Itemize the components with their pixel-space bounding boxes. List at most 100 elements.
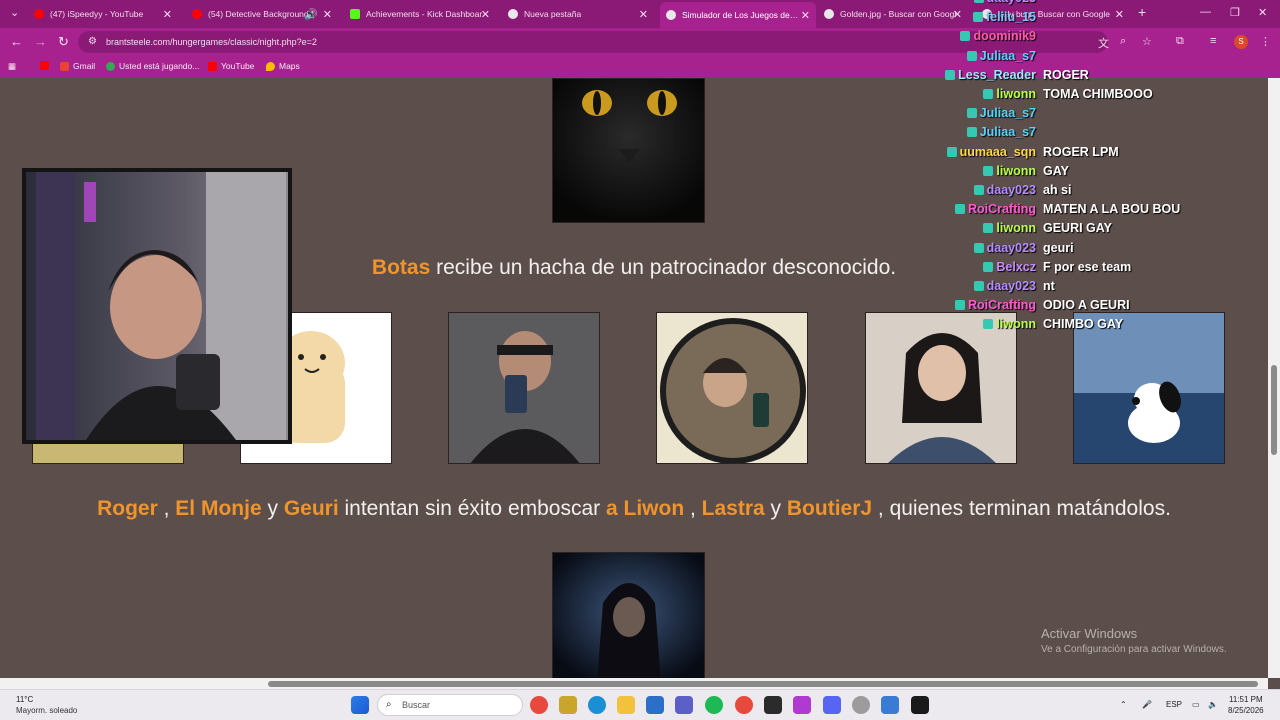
chat-badge-icon: [983, 319, 994, 330]
tribute-image-5: [865, 312, 1017, 464]
weather-widget[interactable]: 11°C Mayorm. soleado: [16, 694, 77, 716]
taskbar-search[interactable]: ⌕ Buscar: [377, 694, 523, 716]
chat-message: Juliaa_s7: [966, 123, 1043, 141]
language-indicator[interactable]: ESP: [1166, 700, 1182, 709]
tab-youtube-detective[interactable]: (54) Detective Background f 🔊 ✕: [186, 3, 338, 25]
chat-badge-icon: [954, 300, 965, 311]
tab-kick-dashboard[interactable]: Achievements - Kick Dashboar ✕: [344, 3, 496, 25]
obs-icon[interactable]: [911, 696, 929, 714]
tribute-name: Geuri: [283, 497, 339, 520]
windows-start-icon[interactable]: [351, 696, 369, 714]
reload-icon[interactable]: ↻: [58, 34, 69, 50]
weather-condition: Mayorm. soleado: [16, 706, 78, 715]
bookmark-youtube[interactable]: YouTube: [208, 61, 254, 71]
tab-search-icon[interactable]: ⌄: [10, 6, 19, 19]
outlook-icon[interactable]: [646, 696, 664, 714]
chat-badge-icon: [954, 204, 965, 215]
chevron-up-icon[interactable]: ⌃: [1120, 700, 1127, 709]
streamer-webcam-image: [26, 172, 288, 440]
chat-username: daay023: [986, 183, 1036, 197]
chat-text: ROGER: [1043, 67, 1089, 82]
edge-icon[interactable]: [588, 696, 606, 714]
tab-youtube-ispeedyy[interactable]: (47) iSpeedyy - YouTube ✕: [28, 3, 178, 25]
tribute-name: BoutierJ: [786, 497, 873, 520]
menu-icon[interactable]: ⋮: [1260, 35, 1271, 48]
minimize-icon[interactable]: —: [1200, 6, 1211, 18]
translate-icon[interactable]: 文: [1098, 35, 1109, 51]
event-connector: ,: [157, 497, 176, 520]
apps-icon[interactable]: ▦: [8, 61, 16, 72]
chat-message: liwonn GAY: [983, 162, 1069, 180]
chat-text: geuri: [1043, 240, 1074, 255]
scrollbar-thumb[interactable]: [1271, 365, 1277, 455]
epic-games-icon[interactable]: [764, 696, 782, 714]
chat-message: daay023 geuri: [973, 239, 1074, 257]
site-info-icon[interactable]: ⚙: [88, 31, 97, 53]
app-icon-2[interactable]: [881, 696, 899, 714]
tab-google-golden[interactable]: Golden.jpg - Buscar con Googl ✕: [818, 3, 968, 25]
horizontal-scrollbar[interactable]: [0, 678, 1268, 689]
address-bar[interactable]: ⚙ brantsteele.com/hungergames/classic/ni…: [78, 31, 1108, 53]
close-icon[interactable]: ✕: [163, 8, 172, 21]
discord-icon[interactable]: [823, 696, 841, 714]
chrome-profile-icon[interactable]: [735, 696, 753, 714]
chat-username: Juliaa_s7: [979, 106, 1036, 121]
clock-time: 11:51 PM: [1228, 695, 1263, 704]
close-window-icon[interactable]: ✕: [1258, 6, 1267, 19]
bookmark-usted[interactable]: Usted está jugando...: [106, 61, 199, 71]
bookmark-youtube-short[interactable]: [40, 61, 49, 70]
zoom-icon[interactable]: ⌕: [1120, 35, 1126, 48]
chrome-icon: [508, 9, 518, 19]
chrome-icon[interactable]: [530, 696, 548, 714]
restore-icon[interactable]: ❐: [1230, 6, 1240, 19]
close-icon[interactable]: ✕: [323, 8, 332, 21]
app-icon[interactable]: [793, 696, 811, 714]
volume-icon[interactable]: 🔈: [1208, 700, 1218, 709]
chat-badge-icon: [973, 0, 984, 3]
profile-avatar[interactable]: S: [1234, 35, 1248, 49]
close-icon[interactable]: ✕: [953, 8, 962, 21]
chat-text: CHIMBO GAY: [1043, 317, 1124, 332]
youtube-icon: [34, 9, 44, 19]
chat-message: Juliaa_s7: [966, 104, 1043, 122]
tribute-name: Lastra: [701, 497, 765, 520]
close-icon[interactable]: ✕: [481, 8, 490, 21]
tribute-image-4: [656, 312, 808, 464]
tribute-image-3: [448, 312, 600, 464]
tribute-name: Botas: [371, 256, 431, 279]
bookmark-label: Gmail: [73, 61, 96, 71]
maps-pin-icon: [266, 61, 275, 71]
bookmark-star-icon[interactable]: ☆: [1142, 35, 1152, 48]
vertical-scrollbar[interactable]: [1268, 78, 1280, 678]
store-icon[interactable]: [559, 696, 577, 714]
media-icon[interactable]: ≡: [1210, 35, 1216, 47]
kick-icon: [350, 9, 360, 19]
chat-badge-icon: [960, 31, 971, 42]
network-icon[interactable]: ▭: [1192, 700, 1200, 709]
close-icon[interactable]: ✕: [639, 8, 648, 21]
microphone-icon[interactable]: 🎤: [1142, 700, 1152, 709]
close-icon[interactable]: ✕: [1115, 8, 1124, 21]
black-cat-image: [553, 79, 704, 222]
tab-label: (54) Detective Background f: [208, 9, 314, 19]
system-clock[interactable]: 11:51 PM 8/25/2026: [1228, 694, 1264, 716]
bookmark-maps[interactable]: Maps: [266, 61, 300, 71]
globe-icon: [666, 10, 676, 20]
back-icon[interactable]: ←: [10, 34, 23, 49]
teams-icon[interactable]: [675, 696, 693, 714]
file-explorer-icon[interactable]: [617, 696, 635, 714]
chat-username: liwonn: [996, 87, 1036, 101]
close-icon[interactable]: ✕: [801, 9, 810, 22]
scrollbar-thumb[interactable]: [268, 681, 1258, 687]
extensions-icon[interactable]: ⧉: [1176, 35, 1184, 48]
bookmark-gmail[interactable]: Gmail: [60, 61, 95, 71]
speaker-icon[interactable]: 🔊: [304, 8, 318, 21]
spotify-icon[interactable]: [705, 696, 723, 714]
chat-text: ah si: [1043, 183, 1072, 197]
tab-new-tab[interactable]: Nueva pestaña ✕: [502, 3, 654, 25]
forward-icon[interactable]: →: [34, 34, 47, 49]
tab-label: Golden.jpg - Buscar con Googl: [840, 9, 957, 19]
tab-hunger-games-simulator[interactable]: Simulador de Los Juegos del H ✕: [660, 2, 816, 28]
settings-icon[interactable]: [852, 696, 870, 714]
new-tab-icon[interactable]: +: [1138, 4, 1146, 20]
